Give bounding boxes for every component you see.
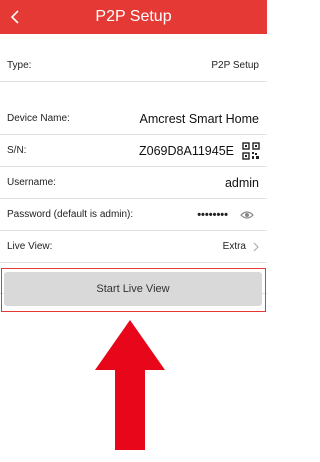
qr-code-icon[interactable] xyxy=(242,141,260,160)
live-view-row[interactable]: Live View: Extra xyxy=(0,231,267,263)
username-label: Username: xyxy=(7,177,56,188)
sn-value[interactable]: Z069D8A11945E xyxy=(139,144,234,158)
username-row[interactable]: Username: admin xyxy=(0,167,267,199)
chevron-right-icon xyxy=(253,242,259,251)
device-name-label: Device Name: xyxy=(7,113,70,124)
start-live-view-button[interactable]: Start Live View xyxy=(4,272,262,306)
type-label: Type: xyxy=(7,60,32,71)
header-bar: P2P Setup xyxy=(0,0,267,34)
password-row[interactable]: Password (default is admin): •••••••• xyxy=(0,199,267,231)
eye-icon[interactable] xyxy=(240,210,254,220)
device-name-value[interactable]: Amcrest Smart Home xyxy=(140,112,259,126)
arrow-up-icon xyxy=(95,320,165,450)
device-name-row[interactable]: Device Name: Amcrest Smart Home xyxy=(0,103,267,135)
sn-row[interactable]: S/N: Z069D8A11945E xyxy=(0,135,267,167)
type-value: P2P Setup xyxy=(211,60,259,71)
type-row: Type: P2P Setup xyxy=(0,50,267,82)
live-view-value: Extra xyxy=(222,241,246,252)
page-title: P2P Setup xyxy=(95,8,172,25)
sn-label: S/N: xyxy=(7,145,27,156)
password-value[interactable]: •••••••• xyxy=(197,209,228,221)
live-view-label: Live View: xyxy=(7,241,53,252)
password-label: Password (default is admin): xyxy=(7,209,134,220)
username-value[interactable]: admin xyxy=(225,176,259,190)
